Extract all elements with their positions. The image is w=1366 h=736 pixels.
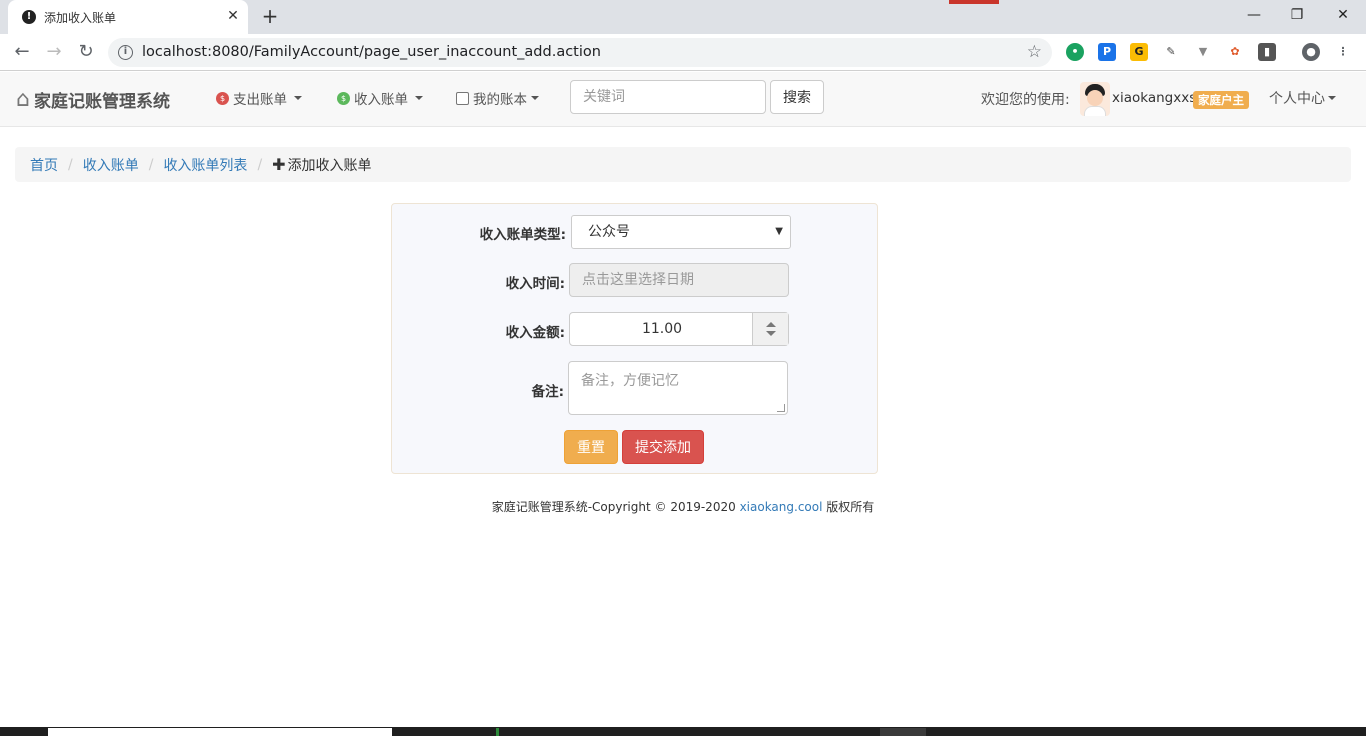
avatar[interactable] <box>1080 82 1110 116</box>
personal-center-menu[interactable]: 个人中心 <box>1269 88 1336 108</box>
browser-tab[interactable]: ! 添加收入账单 ✕ <box>8 0 248 34</box>
browser-toolbar: ← → ↻ i localhost:8080/FamilyAccount/pag… <box>0 34 1366 71</box>
my-account-menu-label: 我的账本 <box>473 92 527 108</box>
resize-grip-icon[interactable] <box>777 404 785 412</box>
breadcrumb-income[interactable]: 收入账单 <box>83 155 139 175</box>
browser-menu-icon[interactable]: ⋮ <box>1334 43 1352 61</box>
os-taskbar <box>0 727 1366 736</box>
breadcrumb: 首页 / 收入账单 / 收入账单列表 / ✚ 添加收入账单 <box>15 147 1351 182</box>
tab-title: 添加收入账单 <box>44 11 117 25</box>
caret-down-icon <box>1328 96 1336 100</box>
address-bar[interactable]: i localhost:8080/FamilyAccount/page_user… <box>108 38 1052 67</box>
note-label: 备注: <box>531 384 564 400</box>
caret-down-icon <box>415 96 423 100</box>
breadcrumb-separator: / <box>257 156 263 173</box>
note-placeholder: 备注，方便记忆 <box>581 373 679 389</box>
forward-arrow-icon[interactable]: → <box>41 40 67 66</box>
spin-up-icon[interactable] <box>766 322 776 327</box>
minimize-window-button[interactable]: — <box>1240 5 1268 27</box>
note-textarea[interactable]: 备注，方便记忆 <box>568 361 788 415</box>
search-input[interactable] <box>570 80 766 114</box>
add-income-form: 收入账单类型: 公众号 ▼ 收入时间: 点击这里选择日期 收入金额: 11.00… <box>391 203 878 474</box>
plus-icon: ✚ <box>272 155 286 174</box>
window-accent <box>949 0 999 4</box>
extension-book-icon[interactable]: ▮ <box>1258 43 1276 61</box>
income-menu-label: 收入账单 <box>354 92 408 108</box>
role-badge: 家庭户主 <box>1193 91 1249 109</box>
brand-title: 家庭记账管理系统 <box>33 91 170 112</box>
extension-p-icon[interactable]: P <box>1098 43 1116 61</box>
breadcrumb-income-list[interactable]: 收入账单列表 <box>163 155 247 175</box>
close-tab-icon[interactable]: ✕ <box>224 7 242 25</box>
income-type-select[interactable]: 公众号 ▼ <box>571 215 791 249</box>
extension-g-icon[interactable]: G <box>1130 43 1148 61</box>
new-tab-button[interactable]: + <box>258 5 282 29</box>
search-button[interactable]: 搜索 <box>770 80 824 114</box>
footer-copyright: 家庭记账管理系统-Copyright © 2019-2020 <box>491 500 736 514</box>
extension-share-icon[interactable]: ✿ <box>1226 43 1244 61</box>
personal-center-label: 个人中心 <box>1269 91 1325 107</box>
expense-menu-label: 支出账单 <box>233 92 287 108</box>
url-text[interactable]: localhost:8080/FamilyAccount/page_user_i… <box>142 44 601 60</box>
browser-tabstrip: ! 添加收入账单 ✕ + — ❐ ✕ <box>0 0 1366 34</box>
footer: 家庭记账管理系统-Copyright © 2019-2020 xiaokang.… <box>0 498 1366 515</box>
taskbar-indicator <box>496 728 499 736</box>
reload-icon[interactable]: ↻ <box>73 40 99 66</box>
username[interactable]: xiaokangxxs <box>1112 90 1196 106</box>
bookmark-star-icon[interactable]: ☆ <box>1027 42 1042 62</box>
profile-icon[interactable]: ● <box>1302 43 1320 61</box>
book-icon <box>456 91 469 105</box>
income-menu[interactable]: $ 收入账单 <box>337 88 423 108</box>
income-date-input[interactable]: 点击这里选择日期 <box>569 263 789 297</box>
caret-down-icon <box>531 96 539 100</box>
brand[interactable]: ⌂ 家庭记账管理系统 <box>16 84 170 114</box>
breadcrumb-current: ✚ 添加收入账单 <box>272 155 371 175</box>
amount-spinner[interactable] <box>752 313 788 345</box>
breadcrumb-separator: / <box>148 156 154 173</box>
type-label: 收入账单类型: <box>479 227 566 243</box>
extension-translate-icon[interactable]: ✎ <box>1162 43 1180 61</box>
app-navbar: ⌂ 家庭记账管理系统 $ 支出账单 $ 收入账单 我的账本 搜索 欢迎您的使用:… <box>0 72 1366 127</box>
footer-suffix: 版权所有 <box>826 500 875 514</box>
dropdown-arrow-icon: ▼ <box>775 226 783 237</box>
amount-value[interactable]: 11.00 <box>570 313 754 345</box>
taskbar-search[interactable] <box>48 728 392 736</box>
extension-green-icon[interactable]: • <box>1066 43 1084 61</box>
welcome-text: 欢迎您的使用: <box>981 92 1070 108</box>
money-bag-icon: $ <box>337 91 350 105</box>
income-type-value: 公众号 <box>588 224 630 240</box>
home-icon: ⌂ <box>16 86 30 112</box>
back-arrow-icon[interactable]: ← <box>9 40 35 66</box>
extension-v-icon[interactable]: ▼ <box>1194 43 1212 61</box>
breadcrumb-separator: / <box>68 156 73 173</box>
amount-label: 收入金额: <box>505 325 565 341</box>
site-info-icon[interactable]: i <box>118 45 133 60</box>
favicon-icon: ! <box>22 10 36 24</box>
spin-down-icon[interactable] <box>766 331 776 336</box>
footer-link[interactable]: xiaokang.cool <box>740 500 823 514</box>
breadcrumb-home[interactable]: 首页 <box>30 155 58 175</box>
money-bag-icon: $ <box>216 91 229 105</box>
income-amount-input[interactable]: 11.00 <box>569 312 789 346</box>
restore-window-button[interactable]: ❐ <box>1283 5 1311 27</box>
taskbar-app[interactable] <box>880 728 926 736</box>
time-label: 收入时间: <box>505 276 565 292</box>
breadcrumb-current-label: 添加收入账单 <box>287 157 372 174</box>
my-account-menu[interactable]: 我的账本 <box>456 88 539 108</box>
expense-menu[interactable]: $ 支出账单 <box>216 88 302 108</box>
caret-down-icon <box>294 96 302 100</box>
submit-button[interactable]: 提交添加 <box>622 430 704 464</box>
reset-button[interactable]: 重置 <box>564 430 618 464</box>
close-window-button[interactable]: ✕ <box>1329 5 1357 27</box>
